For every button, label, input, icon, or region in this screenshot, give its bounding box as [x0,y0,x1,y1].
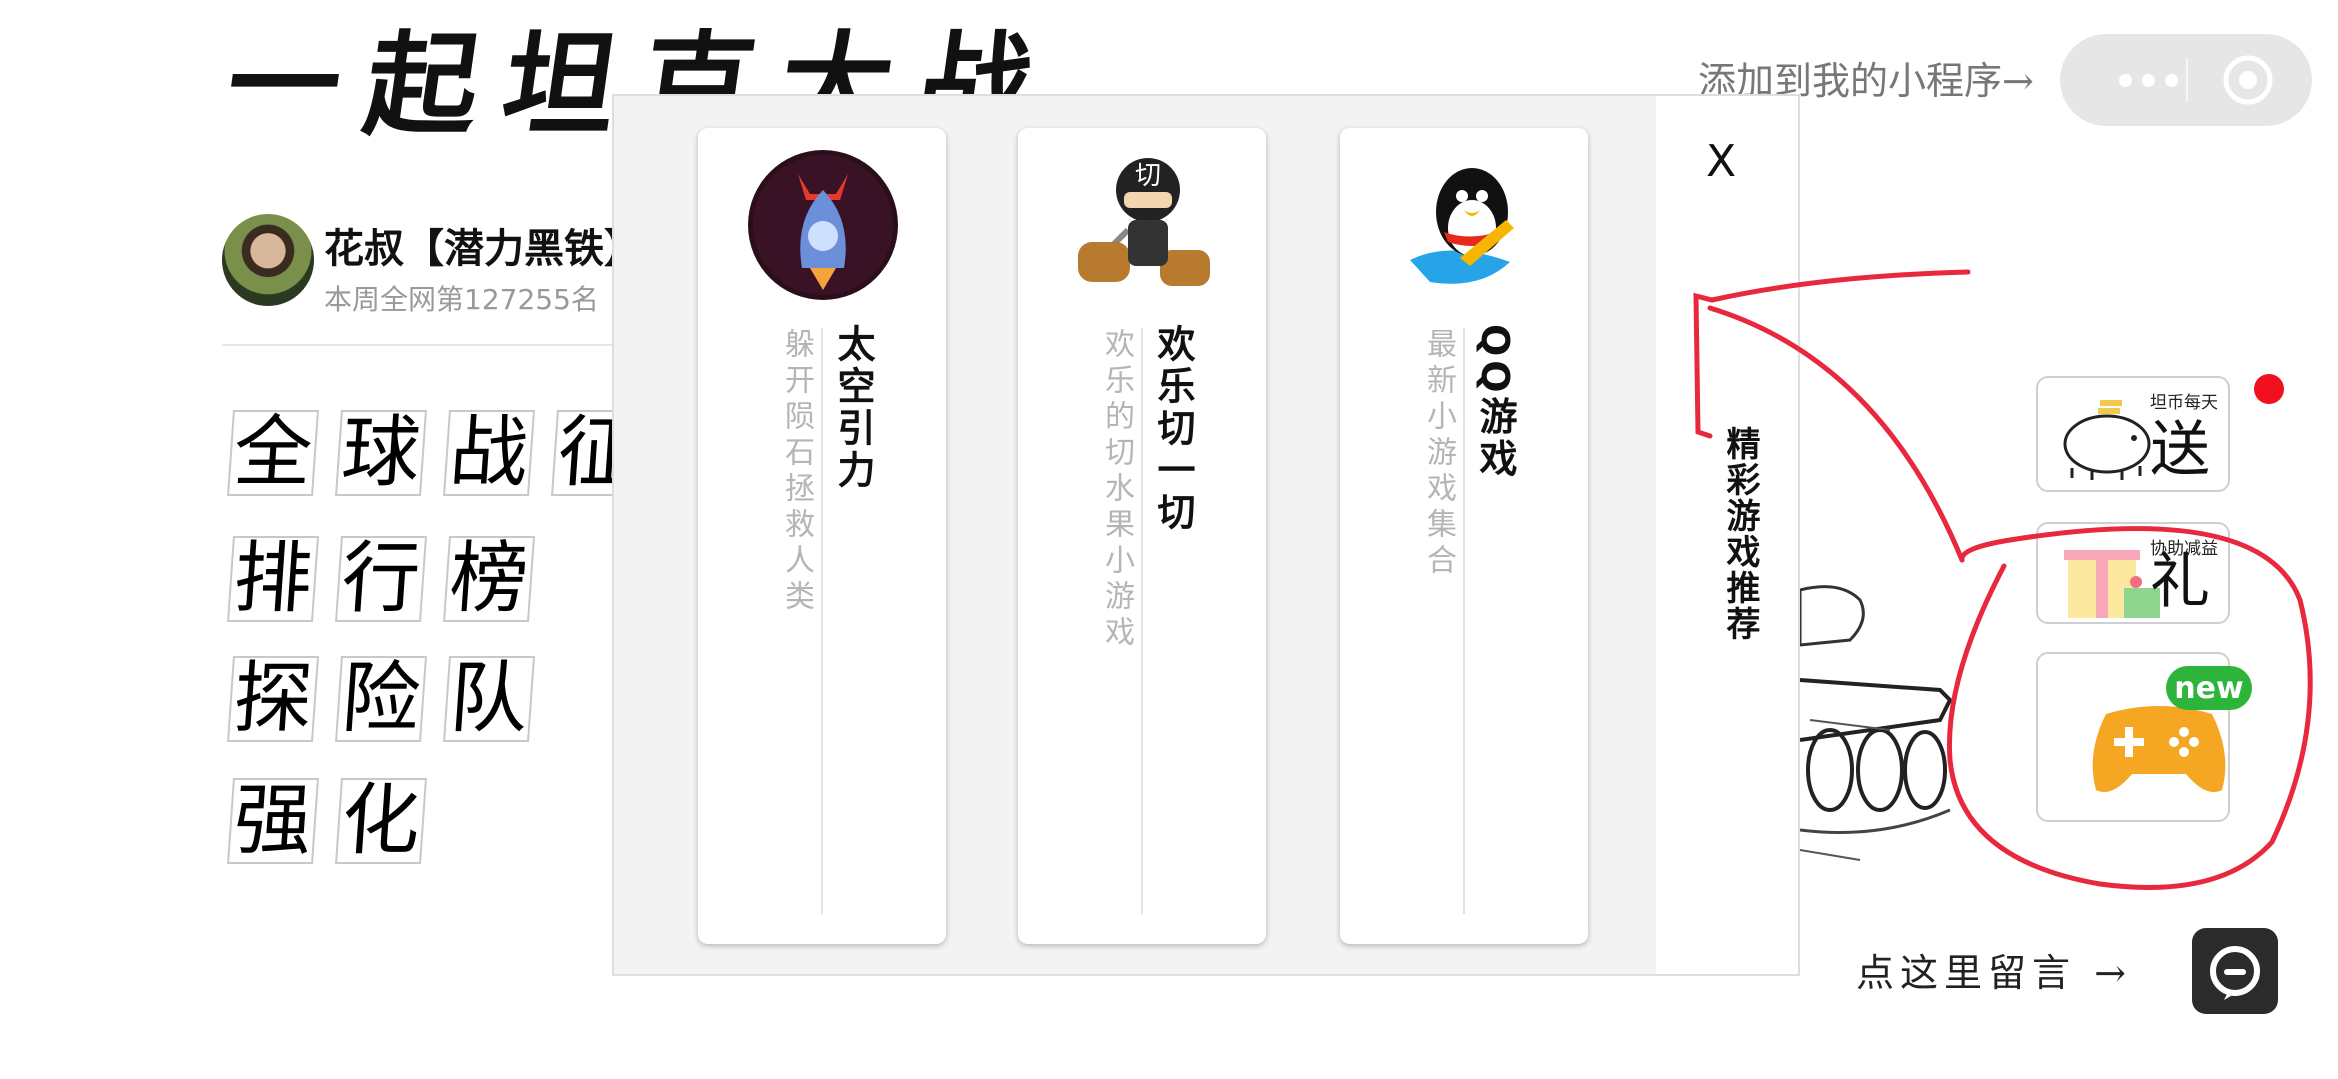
menu-item-upgrade[interactable]: 强 化 [226,776,428,866]
menu-char: 探 [226,654,320,744]
target-icon[interactable] [2222,54,2274,106]
user-name: 花叔【潜力黑铁】 [324,226,644,272]
new-badge: new [2166,666,2252,710]
game-desc: 躲开陨石拯救人类 [779,328,814,616]
game-name: 欢乐切一切 [1151,324,1195,534]
gift-icon [2064,550,2160,618]
qq-penguin-icon [1410,168,1514,284]
gamepad-icon [2092,706,2226,792]
menu-char: 行 [334,534,428,624]
tank-sketch-image [1800,585,1953,861]
daily-coin-char: 送 [2150,415,2210,485]
card-divider [1463,328,1465,914]
daily-coin-label: 坦币每天 [2150,393,2218,413]
menu-char: 榜 [442,534,536,624]
notification-dot [2254,374,2284,404]
menu-item-expedition[interactable]: 探 险 队 [226,654,536,744]
menu-item-global-war[interactable]: 全 球 战 征 [226,408,644,498]
card-divider [821,328,823,914]
more-dots-icon[interactable] [2098,62,2198,98]
game-desc: 最新小游戏集合 [1421,328,1456,580]
svg-text:切: 切 [1135,161,1161,191]
message-hint: 点这里留言 → [1856,951,2132,995]
capsule-divider [2186,58,2188,102]
card-divider [1141,328,1143,914]
game-card[interactable]: 切 欢乐切一切 欢乐的切水果小游戏 [1018,128,1266,944]
rocket-icon [748,150,898,300]
gift-char: 礼 [2150,547,2210,617]
piggy-bank-icon [2063,400,2151,480]
miniprogram-capsule [2060,34,2312,126]
avatar[interactable] [222,214,314,306]
game-name: 太空引力 [831,324,875,492]
menu-char: 队 [442,654,536,744]
ninja-icon: 切 [1078,158,1210,286]
menu-char: 强 [226,776,320,866]
gift-button[interactable]: 协助减益 礼 [2036,522,2230,624]
menu-char: 排 [226,534,320,624]
daily-coin-button[interactable]: 坦币每天 送 [2036,376,2230,492]
modal-title: 精彩游戏推荐 [1720,426,1760,642]
user-rank: 本周全网第127255名 [324,283,599,316]
game-card[interactable]: QQ游戏 最新小游戏集合 [1340,128,1588,944]
menu-char: 化 [334,776,428,866]
message-button[interactable] [2192,928,2278,1014]
menu-char: 战 [442,408,536,498]
menu-char: 球 [334,408,428,498]
menu-char: 全 [226,408,320,498]
game-desc: 欢乐的切水果小游戏 [1099,328,1134,652]
game-card[interactable]: 太空引力 躲开陨石拯救人类 [698,128,946,944]
menu-char: 险 [334,654,428,744]
close-button[interactable]: X [1706,136,1736,187]
divider [222,344,622,346]
message-icon [2210,946,2260,1000]
game-name: QQ游戏 [1473,324,1517,481]
menu-item-leaderboard[interactable]: 排 行 榜 [226,534,536,624]
